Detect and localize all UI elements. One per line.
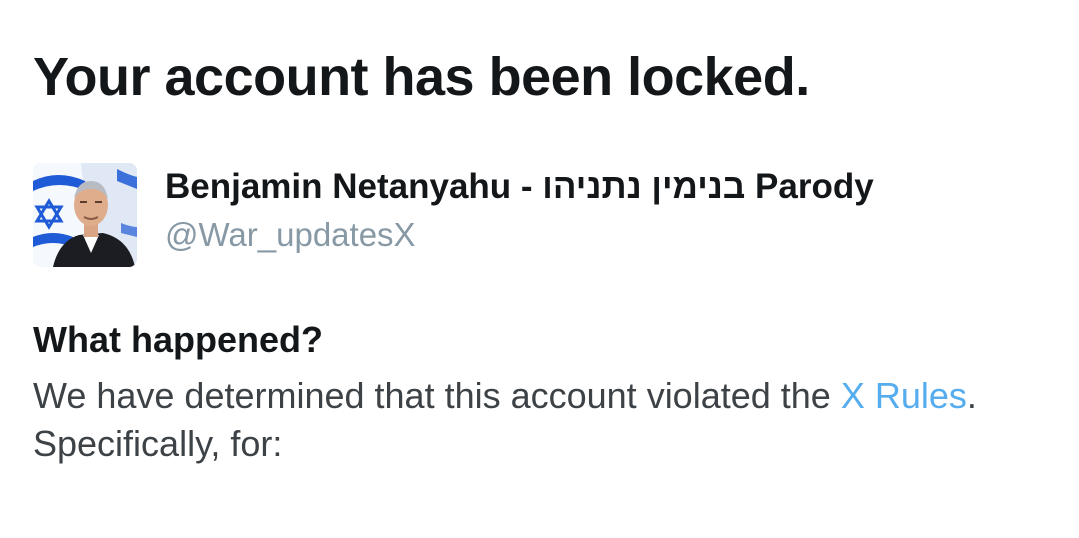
violation-text-end: .	[966, 375, 977, 416]
specifically-text: Specifically, for:	[33, 423, 283, 464]
account-card: Benjamin Netanyahu - בנימין נתניהו Parod…	[33, 163, 1033, 271]
display-name[interactable]: Benjamin Netanyahu - בנימין נתניהו Parod…	[165, 167, 874, 207]
what-happened-heading: What happened?	[33, 319, 323, 360]
x-rules-link[interactable]: X Rules	[841, 375, 967, 416]
violation-text: We have determined that this account vio…	[33, 375, 841, 416]
violation-explanation: We have determined that this account vio…	[33, 372, 1053, 468]
page-title: Your account has been locked.	[33, 47, 810, 107]
avatar[interactable]	[33, 163, 137, 267]
account-handle: @War_updatesX	[165, 216, 416, 253]
avatar-image	[33, 163, 137, 267]
